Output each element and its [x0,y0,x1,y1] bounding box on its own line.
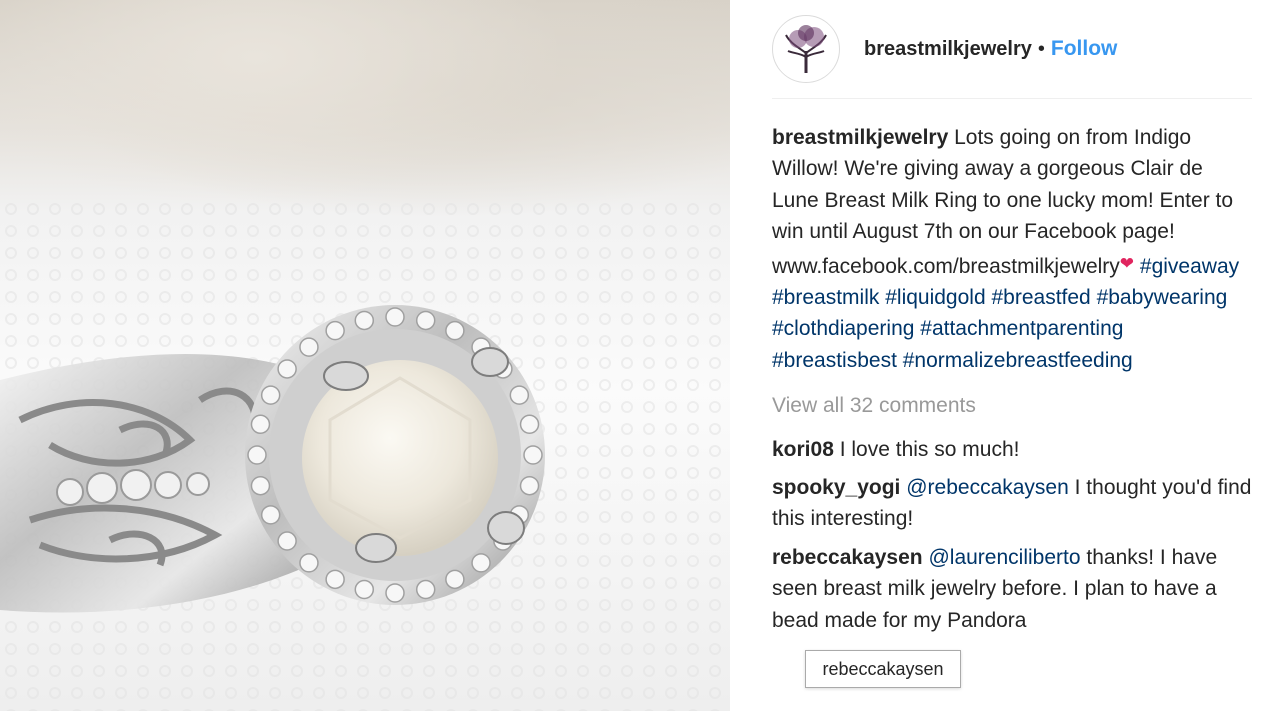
comments-section: breastmilkjewelry Lots going on from Ind… [772,122,1252,643]
tree-logo-icon [778,21,834,77]
comment-item: spooky_yogi @rebeccakaysen I thought you… [772,472,1252,535]
hashtag[interactable]: #breastfed [991,286,1090,309]
post-side-panel: breastmilkjewelry • Follow breastmilkjew… [730,0,1265,711]
heart-emoji-icon: ❤ [1119,253,1135,273]
comment-mention[interactable]: @laurenciliberto [928,546,1080,569]
halo-stone [260,385,281,405]
ring-illustration [0,200,730,711]
halo-stone [415,579,436,600]
hashtag[interactable]: #breastisbest [772,349,897,372]
hashtag[interactable]: #normalizebreastfeeding [903,349,1133,372]
halo-stone [471,553,491,573]
avatar[interactable] [772,15,840,83]
halo-stone [325,320,345,341]
post-photo[interactable] [0,0,730,711]
comment-text: I love this so much! [839,437,1020,461]
halo-stone [260,505,281,525]
halo-stone [277,531,297,551]
comment-username[interactable]: rebeccakaysen [772,546,923,569]
comment-username[interactable]: kori08 [772,438,834,461]
halo-stone [250,475,271,496]
halo-stone [354,579,375,600]
separator-dot: • [1037,37,1045,60]
comment-item: rebeccakaysen @laurenciliberto thanks! I… [772,542,1252,636]
hashtag[interactable]: #attachmentparenting [920,317,1123,340]
halo-stone [519,414,540,435]
halo-stone [445,569,465,590]
caption-link[interactable]: www.facebook.com/breastmilkjewelry [772,255,1120,278]
comment-item: kori08 I love this so much! [772,434,1252,465]
halo-stone [523,445,543,465]
hashtag[interactable]: #breastmilk [772,286,879,309]
halo-stone [247,445,267,465]
hashtag[interactable]: #liquidgold [885,286,985,309]
halo-stone [519,475,540,496]
halo-stone [385,307,405,327]
post-author-username[interactable]: breastmilkjewelry [864,38,1032,61]
view-all-comments-link[interactable]: View all 32 comments [772,390,1252,421]
hashtag[interactable]: #clothdiapering [772,317,914,340]
halo-stone [509,385,530,405]
halo-stone [445,320,465,341]
comment-mention[interactable]: @rebeccakaysen [906,476,1069,499]
hashtag[interactable]: #giveaway [1140,255,1239,278]
halo-stone [385,583,405,603]
halo-stone [277,359,297,379]
halo-stone [250,414,271,435]
halo-stone [415,310,436,331]
halo-stone [354,310,375,331]
username-tooltip: rebeccakaysen [805,650,961,688]
caption-username[interactable]: breastmilkjewelry [772,126,948,149]
hashtag[interactable]: #babywearing [1097,286,1228,309]
post-caption: breastmilkjewelry Lots going on from Ind… [772,122,1252,376]
halo-stone [299,553,319,573]
halo-stone [325,569,345,590]
post-header: breastmilkjewelry • Follow [772,0,1252,99]
follow-button[interactable]: Follow [1051,37,1118,61]
comment-username[interactable]: spooky_yogi [772,476,900,499]
halo-stone [299,337,319,357]
